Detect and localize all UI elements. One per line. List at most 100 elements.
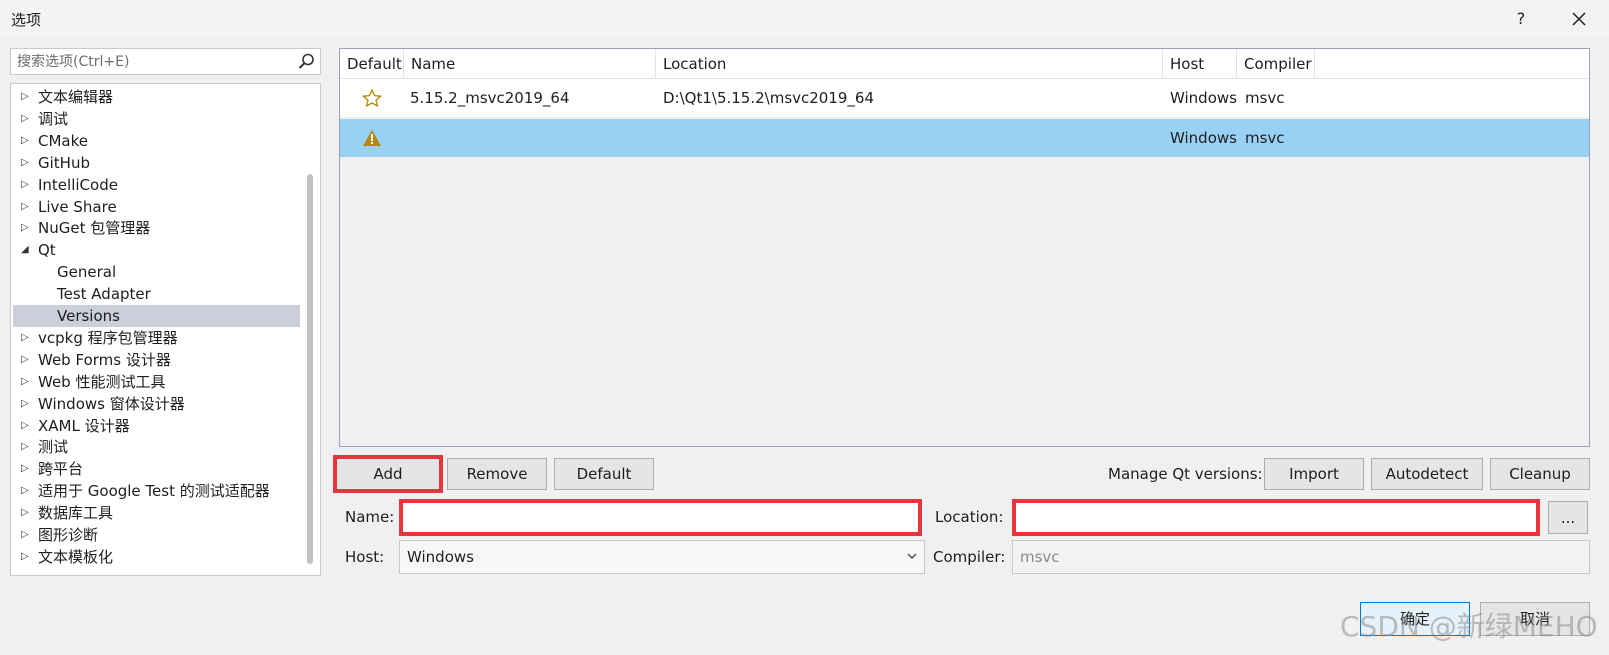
location-field[interactable] <box>1012 499 1540 536</box>
collapse-arrow-icon[interactable]: ◢ <box>21 239 33 261</box>
sidebar-item-label: General <box>57 263 117 282</box>
sidebar-item-qt-versions[interactable]: Versions <box>13 305 300 327</box>
expand-arrow-icon[interactable]: ▷ <box>21 371 33 393</box>
sidebar-item-intellicode[interactable]: ▷ IntelliCode <box>13 174 300 196</box>
sidebar-item-vcpkg[interactable]: ▷ vcpkg 程序包管理器 <box>13 327 300 349</box>
sidebar-item-label: Live Share <box>38 197 117 216</box>
import-button[interactable]: Import <box>1264 458 1364 490</box>
expand-arrow-icon[interactable]: ▷ <box>21 217 33 239</box>
sidebar-item-qt[interactable]: ◢ Qt <box>13 239 300 261</box>
sidebar-item-web-forms[interactable]: ▷ Web Forms 设计器 <box>13 349 300 371</box>
expand-arrow-icon[interactable]: ▷ <box>21 436 33 458</box>
sidebar-item-qt-test-adapter[interactable]: Test Adapter <box>13 283 300 305</box>
column-location[interactable]: Location <box>656 49 1163 79</box>
host-label: Host: <box>345 548 385 566</box>
sidebar-item-label: GitHub <box>38 153 90 172</box>
column-host[interactable]: Host <box>1163 49 1237 79</box>
sidebar-item-label: Test Adapter <box>57 285 151 304</box>
expand-arrow-icon[interactable]: ▷ <box>21 502 33 524</box>
sidebar-item-label: Web Forms 设计器 <box>38 350 171 369</box>
expand-arrow-icon[interactable]: ▷ <box>21 546 33 568</box>
expand-arrow-icon[interactable]: ▷ <box>21 196 33 218</box>
title-bar: 选项 ? <box>0 0 1609 38</box>
sidebar-item-cross-platform[interactable]: ▷ 跨平台 <box>13 458 300 480</box>
sidebar-item-label: vcpkg 程序包管理器 <box>38 328 178 347</box>
host-value: Windows <box>407 548 474 566</box>
host-select[interactable]: Windows <box>399 540 925 574</box>
expand-arrow-icon[interactable]: ▷ <box>21 152 33 174</box>
sidebar-item-label: 适用于 Google Test 的测试适配器 <box>38 482 270 501</box>
row-compiler: msvc <box>1245 129 1285 147</box>
sidebar-item-label: Qt <box>38 241 56 260</box>
sidebar-item-windows-forms[interactable]: ▷ Windows 窗体设计器 <box>13 393 300 415</box>
sidebar-item-nuget[interactable]: ▷ NuGet 包管理器 <box>13 217 300 239</box>
cleanup-button[interactable]: Cleanup <box>1490 458 1590 490</box>
location-label: Location: <box>935 508 1004 526</box>
sidebar-item-db-tools[interactable]: ▷ 数据库工具 <box>13 502 300 524</box>
close-icon[interactable] <box>1564 4 1594 34</box>
expand-arrow-icon[interactable]: ▷ <box>21 130 33 152</box>
column-compiler[interactable]: Compiler <box>1237 49 1315 79</box>
expand-arrow-icon[interactable]: ▷ <box>21 174 33 196</box>
name-label: Name: <box>345 508 395 526</box>
browse-button[interactable]: ... <box>1548 501 1588 534</box>
expand-arrow-icon[interactable]: ▷ <box>21 327 33 349</box>
default-button[interactable]: Default <box>554 458 654 490</box>
row-host: Windows <box>1170 89 1237 107</box>
cancel-button[interactable]: 取消 <box>1480 602 1590 636</box>
sidebar-item-label: IntelliCode <box>38 175 118 194</box>
compiler-field: msvc <box>1012 540 1590 574</box>
options-tree[interactable]: ▷ 文本编辑器 ▷ 调试 ▷ CMake ▷ GitHub ▷ IntelliCode ▷ Live … <box>10 83 321 576</box>
sidebar-item-text-editor[interactable]: ▷ 文本编辑器 <box>13 86 300 108</box>
column-name[interactable]: Name <box>404 49 656 79</box>
tree-scrollbar[interactable] <box>307 174 313 564</box>
sidebar-item-label: XAML 设计器 <box>38 416 130 435</box>
location-input[interactable] <box>1016 503 1536 532</box>
sidebar-item-label: CMake <box>38 131 88 150</box>
sidebar-item-google-test[interactable]: ▷ 适用于 Google Test 的测试适配器 <box>13 480 300 502</box>
sidebar-item-label: 图形诊断 <box>38 526 99 544</box>
chevron-down-icon[interactable] <box>906 541 918 586</box>
sidebar-item-qt-general[interactable]: General <box>13 261 300 283</box>
sidebar-item-web-perf[interactable]: ▷ Web 性能测试工具 <box>13 371 300 393</box>
sidebar-item-debug[interactable]: ▷ 调试 <box>13 108 300 130</box>
sidebar-item-cmake[interactable]: ▷ CMake <box>13 130 300 152</box>
sidebar-item-label: Windows 窗体设计器 <box>38 394 185 413</box>
sidebar-item-live-share[interactable]: ▷ Live Share <box>13 196 300 218</box>
expand-arrow-icon[interactable]: ▷ <box>21 415 33 437</box>
search-box[interactable] <box>10 48 321 75</box>
star-icon[interactable] <box>361 79 383 117</box>
expand-arrow-icon[interactable]: ▷ <box>21 480 33 502</box>
search-icon[interactable] <box>297 52 316 71</box>
column-default[interactable]: Default <box>340 49 404 79</box>
sidebar-item-label: 测试 <box>38 438 69 457</box>
expand-arrow-icon[interactable]: ▷ <box>21 349 33 371</box>
sidebar-item-xaml[interactable]: ▷ XAML 设计器 <box>13 415 300 437</box>
row-name: 5.15.2_msvc2019_64 <box>410 89 570 107</box>
expand-arrow-icon[interactable]: ▷ <box>21 458 33 480</box>
table-row-selected[interactable]: Windows msvc <box>340 119 1589 157</box>
expand-arrow-icon[interactable]: ▷ <box>21 393 33 415</box>
compiler-value: msvc <box>1020 548 1060 566</box>
grid-header: Default Name Location Host Compiler <box>340 49 1589 79</box>
expand-arrow-icon[interactable]: ▷ <box>21 108 33 130</box>
table-row[interactable]: 5.15.2_msvc2019_64 D:\Qt1\5.15.2\msvc201… <box>340 79 1589 117</box>
add-button[interactable]: Add <box>333 455 443 493</box>
sidebar-item-label: 文本模板化 <box>38 547 114 566</box>
sidebar-item-test[interactable]: ▷ 测试 <box>13 436 300 458</box>
help-button[interactable]: ? <box>1508 6 1534 32</box>
sidebar-item-text-template[interactable]: ▷ 文本模板化 <box>13 546 300 568</box>
expand-arrow-icon[interactable]: ▷ <box>21 86 33 108</box>
qt-versions-grid[interactable]: Default Name Location Host Compiler 5.15… <box>339 48 1590 447</box>
sidebar-item-github[interactable]: ▷ GitHub <box>13 152 300 174</box>
search-input[interactable] <box>11 49 291 74</box>
remove-button[interactable]: Remove <box>447 458 547 490</box>
expand-arrow-icon[interactable]: ▷ <box>21 524 33 546</box>
ok-button[interactable]: 确定 <box>1360 602 1470 636</box>
sidebar-item-label: Web 性能测试工具 <box>38 372 166 391</box>
name-field[interactable] <box>399 499 922 536</box>
autodetect-button[interactable]: Autodetect <box>1371 458 1483 490</box>
sidebar-item-graphics-diag[interactable]: ▷ 图形诊断 <box>13 524 300 546</box>
row-host: Windows <box>1170 129 1237 147</box>
name-input[interactable] <box>403 503 918 532</box>
